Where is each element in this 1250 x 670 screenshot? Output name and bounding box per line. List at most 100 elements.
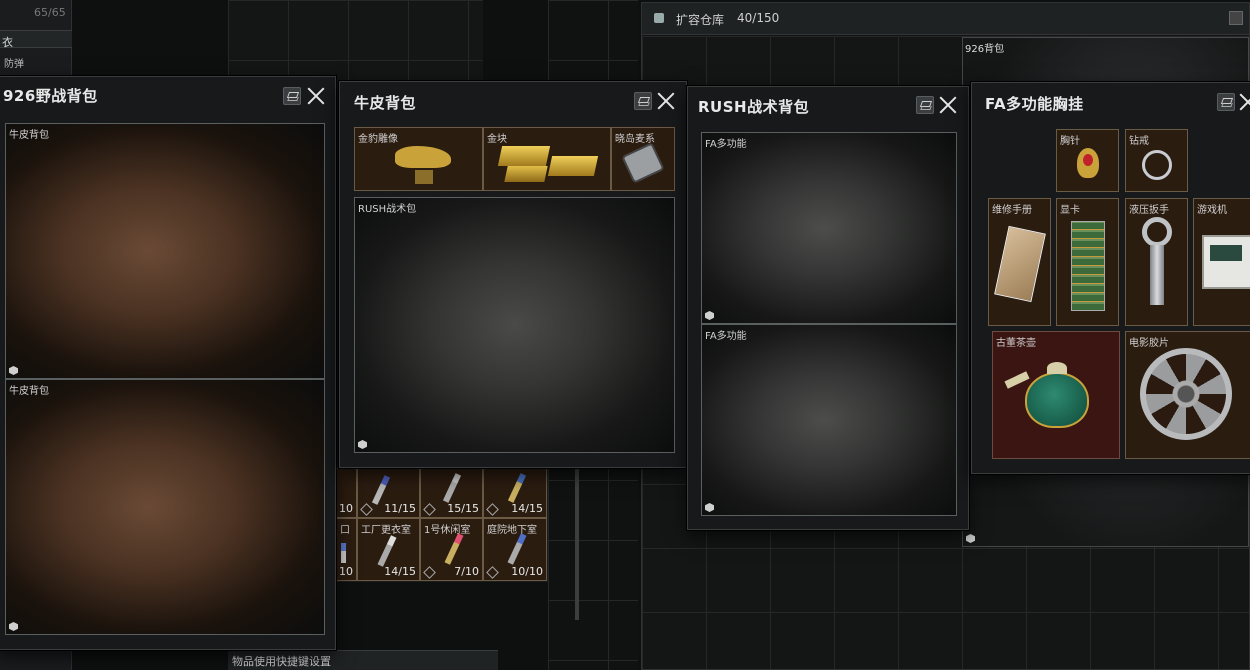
item-slot-cowhide-backpack[interactable]: 牛皮背包 bbox=[5, 123, 325, 379]
key-icon bbox=[371, 475, 391, 505]
key-slot[interactable]: 口 10 bbox=[336, 518, 357, 581]
key-grid: 10 11/15 15/15 14/15 口 10 工厂更衣室 14/15 1号… bbox=[336, 468, 548, 582]
key-icon bbox=[507, 473, 527, 503]
key-icon bbox=[507, 533, 527, 565]
gold-bar-icon bbox=[547, 156, 599, 176]
item-slot-gold-leopard[interactable]: 金豹雕像 bbox=[354, 127, 483, 191]
backpack-926-label: 926背包 bbox=[965, 44, 1005, 55]
statue-base-icon bbox=[415, 170, 433, 184]
panel-rush-backpack: RUSH战术背包 FA多功能 FA多功能 bbox=[687, 86, 969, 530]
wrench-body-icon bbox=[1150, 245, 1164, 305]
key-label: 庭院地下室 bbox=[487, 525, 537, 536]
item-label: 显卡 bbox=[1060, 205, 1080, 216]
panel-title: 926野战背包 bbox=[3, 87, 98, 105]
sidebar-row-label: 防弹 bbox=[4, 59, 24, 70]
sort-button[interactable] bbox=[916, 96, 934, 114]
sidebar-row[interactable]: 防弹 bbox=[0, 52, 72, 72]
key-count: 15/15 bbox=[447, 502, 479, 515]
wrench-head-icon bbox=[1142, 217, 1172, 247]
key-icon bbox=[377, 535, 397, 567]
item-slot-gold-bar[interactable]: 金块 bbox=[483, 127, 611, 191]
key-count: 10 bbox=[339, 502, 353, 515]
key-type-icon bbox=[360, 503, 373, 516]
panel-926-backpack: 926野战背包 牛皮背包 牛皮背包 bbox=[0, 76, 336, 650]
item-slot-brooch[interactable]: 胸针 bbox=[1056, 129, 1119, 192]
teapot-lid-icon bbox=[1047, 362, 1067, 374]
item-slot-graphics-card[interactable]: 显卡 bbox=[1056, 198, 1119, 326]
key-label: 工厂更衣室 bbox=[361, 525, 411, 536]
item-label: 金块 bbox=[487, 134, 507, 145]
gold-bar-icon bbox=[504, 166, 548, 182]
item-label: 电影胶片 bbox=[1129, 338, 1169, 349]
teapot-body-icon bbox=[1025, 372, 1089, 428]
key-slot[interactable]: 1号休闲室 7/10 bbox=[420, 518, 483, 581]
console-screen-icon bbox=[1210, 245, 1242, 261]
key-slot[interactable]: 工厂更衣室 14/15 bbox=[357, 518, 420, 581]
cube-icon bbox=[705, 311, 714, 320]
key-icon bbox=[444, 533, 464, 565]
close-button[interactable] bbox=[938, 95, 958, 115]
item-slot-diamond-ring[interactable]: 钻戒 bbox=[1125, 129, 1188, 192]
key-icon bbox=[341, 543, 346, 563]
expand-storage-title: 扩容仓库 bbox=[676, 13, 725, 27]
item-slot-fa-chest-rig[interactable]: FA多功能 bbox=[701, 132, 957, 324]
panel-title: RUSH战术背包 bbox=[698, 98, 810, 116]
cube-icon bbox=[358, 440, 367, 449]
key-slot[interactable]: 14/15 bbox=[483, 468, 547, 518]
sort-button[interactable] bbox=[283, 87, 301, 105]
item-label: 钻戒 bbox=[1129, 136, 1149, 147]
game-console-icon bbox=[1202, 235, 1250, 289]
cube-icon bbox=[966, 534, 975, 543]
key-count: 11/15 bbox=[384, 502, 416, 515]
teapot-spout-icon bbox=[1004, 371, 1030, 389]
item-slot-pager[interactable]: 晓岛麦系 bbox=[611, 127, 675, 191]
key-slot[interactable]: 10 bbox=[336, 468, 357, 518]
gold-bar-icon bbox=[497, 146, 551, 166]
item-label: 古董茶壶 bbox=[996, 338, 1036, 349]
panel-title: 牛皮背包 bbox=[354, 94, 417, 112]
item-label: 游戏机 bbox=[1197, 205, 1227, 216]
item-label: 金豹雕像 bbox=[358, 134, 398, 145]
storage-menu-button[interactable] bbox=[1229, 11, 1243, 25]
item-label: 胸针 bbox=[1060, 136, 1080, 147]
item-slot-hydraulic-wrench[interactable]: 液压扳手 bbox=[1125, 198, 1188, 326]
key-icon bbox=[442, 473, 462, 503]
key-slot[interactable]: 11/15 bbox=[357, 468, 420, 518]
item-slot-antique-teapot[interactable]: 古董茶壶 bbox=[992, 331, 1120, 459]
item-slot-rush-tactical-bag[interactable]: RUSH战术包 bbox=[354, 197, 675, 453]
item-slot-game-console[interactable]: 游戏机 bbox=[1193, 198, 1250, 326]
sidebar-row[interactable]: 衣 bbox=[0, 30, 72, 49]
item-slot-film-reel[interactable]: 电影胶片 bbox=[1125, 331, 1250, 459]
panel-cowhide-backpack: 牛皮背包 金豹雕像 金块 晓岛麦系 RUSH战术包 bbox=[339, 81, 687, 468]
storage-icon bbox=[654, 13, 664, 23]
close-button[interactable] bbox=[656, 91, 676, 111]
shortcut-hint[interactable]: 物品使用快捷键设置 bbox=[228, 650, 498, 670]
key-label: 1号休闲室 bbox=[424, 525, 471, 536]
key-count: 14/15 bbox=[384, 565, 416, 578]
item-slot-repair-manual[interactable]: 维修手册 bbox=[988, 198, 1051, 326]
sort-button[interactable] bbox=[634, 92, 652, 110]
item-slot-fa-chest-rig[interactable]: FA多功能 bbox=[701, 324, 957, 516]
item-label: RUSH战术包 bbox=[358, 204, 417, 215]
close-button[interactable] bbox=[1238, 92, 1250, 112]
item-slot-cowhide-backpack[interactable]: 牛皮背包 bbox=[5, 379, 325, 635]
sort-button[interactable] bbox=[1217, 93, 1235, 111]
item-label: 牛皮背包 bbox=[9, 130, 49, 141]
cube-icon bbox=[705, 503, 714, 512]
close-button[interactable] bbox=[306, 86, 326, 106]
sidebar-row-label: 衣 bbox=[2, 36, 13, 49]
key-label: 口 bbox=[340, 525, 350, 536]
key-count: 14/15 bbox=[511, 502, 543, 515]
key-type-icon bbox=[486, 566, 499, 579]
shortcut-hint-text: 物品使用快捷键设置 bbox=[232, 655, 331, 668]
pager-icon bbox=[621, 142, 665, 184]
graphics-card-icon bbox=[1071, 221, 1105, 311]
scrollbar[interactable] bbox=[575, 460, 579, 620]
item-label: 牛皮背包 bbox=[9, 386, 49, 397]
item-label: FA多功能 bbox=[705, 331, 747, 342]
item-label: FA多功能 bbox=[705, 139, 747, 150]
key-slot[interactable]: 15/15 bbox=[420, 468, 483, 518]
item-label: 维修手册 bbox=[992, 205, 1032, 216]
key-slot[interactable]: 庭院地下室 10/10 bbox=[483, 518, 547, 581]
expand-storage-header: 扩容仓库 40/150 bbox=[642, 3, 1249, 35]
